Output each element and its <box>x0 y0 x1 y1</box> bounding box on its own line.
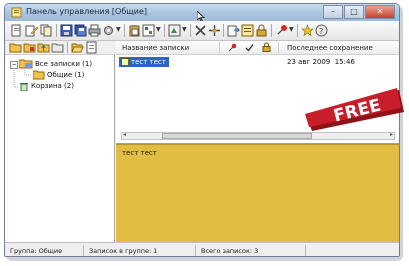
toolbar-separator <box>67 42 68 53</box>
window-controls: – □ ✕ <box>322 5 395 19</box>
column-separator[interactable] <box>219 42 220 53</box>
table-row[interactable]: тест тест 23 авг 2009 15:46 <box>116 57 399 67</box>
column-header-last-saved[interactable]: Последнее сохранение <box>287 44 373 52</box>
help-icon[interactable]: ? <box>315 24 328 37</box>
status-separator <box>305 245 306 256</box>
app-icon <box>11 7 22 18</box>
preview-text: тест тест <box>122 149 157 157</box>
star-icon[interactable] <box>301 24 314 37</box>
maximize-icon[interactable]: □ <box>344 5 364 19</box>
open-folder-icon[interactable] <box>71 41 84 54</box>
folder-properties-icon[interactable] <box>85 41 98 54</box>
new-folder-icon[interactable] <box>9 41 22 54</box>
tools-icon[interactable] <box>102 24 115 37</box>
minimize-icon[interactable]: – <box>323 5 343 19</box>
toolbar-separator <box>297 24 298 37</box>
folder-up-icon[interactable] <box>37 41 50 54</box>
toolbar-separator <box>56 24 57 37</box>
print-icon[interactable] <box>88 24 101 37</box>
toolbar-separator <box>223 24 224 37</box>
toolbar-separator <box>124 24 125 37</box>
new-note-icon[interactable] <box>10 24 23 37</box>
toolbar-separator <box>190 24 191 37</box>
paste-icon[interactable] <box>128 24 141 37</box>
close-icon[interactable]: ✕ <box>365 5 395 19</box>
pin-column-icon[interactable] <box>228 43 237 52</box>
pin-icon[interactable] <box>275 24 288 37</box>
free-badge-text: FREE <box>332 95 383 126</box>
chevron-down-icon[interactable]: ▼ <box>156 26 161 33</box>
column-header-name[interactable]: Название записки <box>122 44 189 52</box>
status-group: Группа: Общие <box>10 247 63 255</box>
status-bar: Группа: Общие Записок в группе: 1 Всего … <box>5 242 399 256</box>
note-date: 23 авг 2009 15:46 <box>287 58 355 66</box>
toolbar-separator <box>164 24 165 37</box>
scrollbar-thumb[interactable] <box>162 133 312 139</box>
properties-icon[interactable] <box>142 24 155 37</box>
rename-folder-icon[interactable] <box>23 41 36 54</box>
svg-text:?: ? <box>319 27 323 36</box>
status-total: Всего записок: 3 <box>201 247 259 255</box>
edit-note-icon[interactable] <box>25 24 38 37</box>
delete-folder-icon[interactable] <box>51 41 64 54</box>
free-badge: FREE <box>305 88 404 131</box>
status-separator <box>195 245 196 256</box>
folder-tree: − Все записки (1) Общие (1) Корзина (2) <box>5 55 115 242</box>
scroll-right-icon[interactable]: ▸ <box>390 131 393 138</box>
settings-icon[interactable] <box>168 24 181 37</box>
notes-icon[interactable] <box>241 24 254 37</box>
toolbar-separator <box>271 24 272 37</box>
scroll-left-icon[interactable]: ◂ <box>123 131 126 138</box>
check-icon[interactable] <box>245 43 254 52</box>
column-separator[interactable] <box>278 42 279 53</box>
tree-item-label: Общие (1) <box>47 71 85 79</box>
save-all-icon[interactable] <box>74 24 87 37</box>
toolbar: ▼ ▼ ▼ ▼ ? <box>5 21 399 41</box>
move-icon[interactable] <box>208 24 221 37</box>
status-notes-in-group: Записок в группе: 1 <box>89 247 158 255</box>
title-bar[interactable]: Панель управления [Общие] – □ ✕ <box>5 4 399 22</box>
delete-icon[interactable] <box>194 24 207 37</box>
note-preview[interactable]: тест тест <box>116 144 399 243</box>
tree-lines <box>13 68 32 88</box>
tree-toolbar <box>5 41 115 55</box>
list-header: Название записки Последнее сохранение <box>116 41 399 55</box>
lock-icon[interactable] <box>255 24 268 37</box>
note-icon <box>121 58 129 66</box>
lock-column-icon[interactable] <box>262 42 271 52</box>
chevron-down-icon[interactable]: ▼ <box>289 26 294 33</box>
status-separator <box>83 245 84 256</box>
copy-note-icon[interactable] <box>40 24 53 37</box>
note-name: тест тест <box>131 58 166 66</box>
save-icon[interactable] <box>60 24 73 37</box>
horizontal-scrollbar[interactable]: ◂ ▸ <box>121 131 395 140</box>
chevron-down-icon[interactable]: ▼ <box>182 26 187 33</box>
window-title: Панель управления [Общие] <box>26 7 148 16</box>
note-name-cell[interactable]: тест тест <box>119 57 169 67</box>
chevron-down-icon[interactable]: ▼ <box>116 26 121 33</box>
export-icon[interactable] <box>227 24 240 37</box>
